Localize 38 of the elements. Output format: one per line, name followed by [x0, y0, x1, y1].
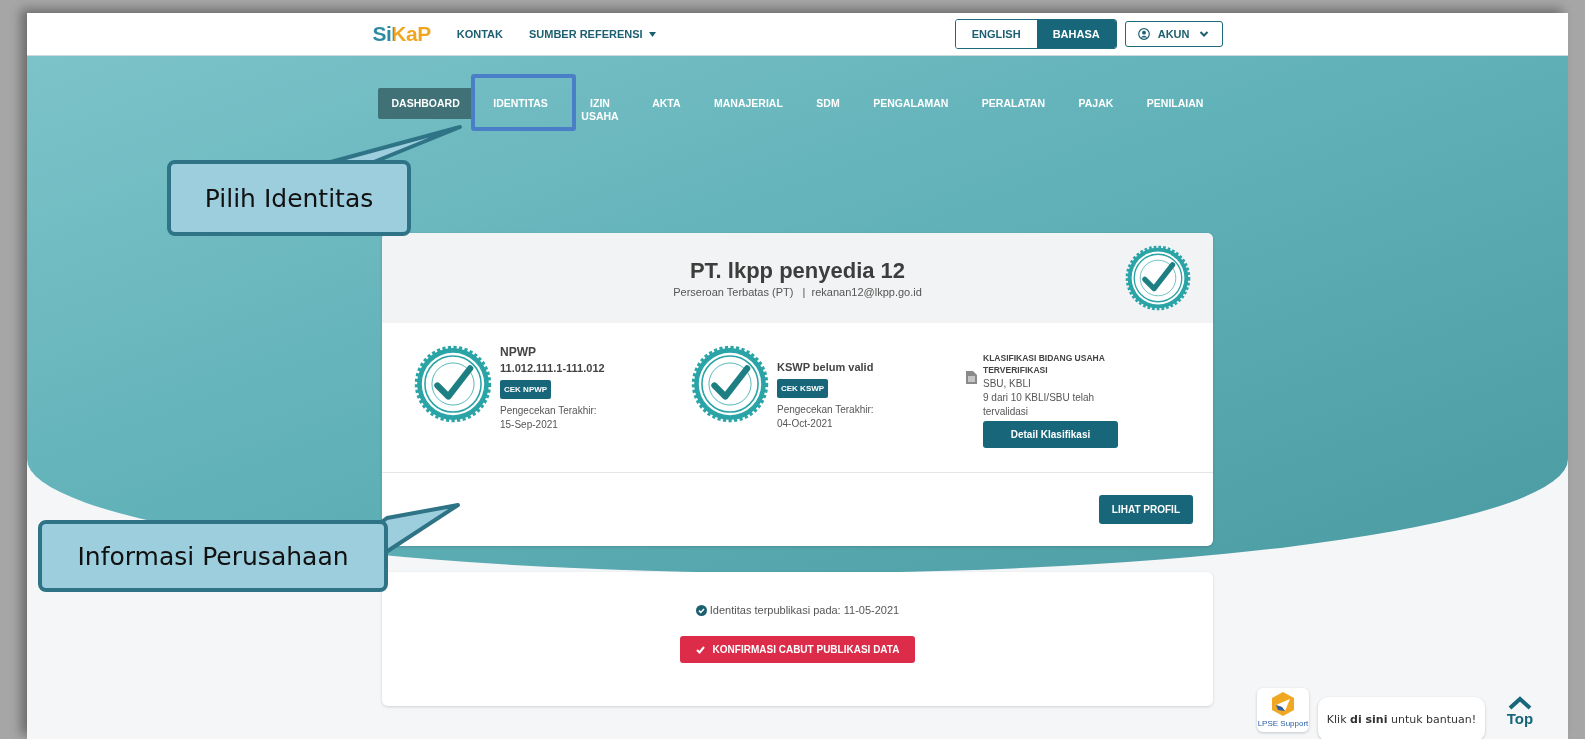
classification-title: KLASIFIKASI BIDANG USAHA TERVERIFIKASI: [983, 353, 1106, 377]
publication-status: Identitas terpublikasi pada: 11-05-2021: [709, 604, 900, 617]
callout-box: Pilih Identitas: [167, 160, 411, 236]
npwp-number: 11.012.111.1-111.012: [500, 362, 605, 375]
caret-icon: [648, 31, 656, 37]
check-icon: [695, 645, 705, 654]
back-to-top-button[interactable]: Top: [1493, 695, 1547, 728]
support-widget[interactable]: LPSE Support: [1257, 688, 1309, 732]
nav-link[interactable]: KONTAK: [456, 28, 503, 40]
last-check-label: Pengecekan Terakhir:: [500, 405, 598, 417]
check-kswp-button[interactable]: CEK KSWP: [777, 379, 829, 399]
company-name: PT. lkpp penyedia 12: [689, 258, 906, 285]
classification-detail-button[interactable]: Detail Klasifikasi: [983, 420, 1118, 448]
last-check-label: Pengecekan Terakhir:: [777, 404, 874, 416]
verified-seal-icon: [691, 345, 769, 424]
dropdown-menu[interactable]: SUMBER REFERENSI: [528, 28, 656, 40]
support-caption: LPSE Support: [1257, 719, 1309, 728]
verified-seal-icon: [1125, 245, 1191, 312]
user-icon: [1137, 28, 1150, 40]
npwp-title: NPWP: [500, 345, 537, 360]
check-circle-icon: [695, 604, 707, 616]
help-message[interactable]: Klik di sini untuk bantuan!: [1318, 697, 1485, 739]
view-profile-button[interactable]: LIHAT PROFIL: [1098, 495, 1193, 525]
nav-tab[interactable]: DASHBOARD: [377, 88, 474, 119]
chevron-up-icon: [1508, 696, 1532, 710]
company-subtitle: Perseroan Terbatas (PT) | rekanan12@lkpp.go.id: [673, 286, 922, 299]
account-button[interactable]: AKUN: [1124, 21, 1223, 47]
paper-plane-icon: [1272, 692, 1294, 716]
check-npwp-button[interactable]: CEK NPWP: [500, 380, 552, 400]
language-button[interactable]: BAHASA: [1036, 20, 1116, 48]
kswp-status: KSWP belum valid: [777, 361, 874, 374]
verified-seal-icon: [414, 345, 492, 424]
document-icon: [966, 371, 977, 385]
last-check-date: 15-Sep-2021: [500, 419, 559, 431]
revoke-publication-button[interactable]: KONFIRMASI CABUT PUBLIKASI DATA: [679, 636, 916, 664]
classification-note: 9 dari 10 KBLI/SBU telah tervalidasi: [983, 390, 1096, 419]
classification-types: SBU, KBLI: [983, 376, 1032, 391]
last-check-date: 04-Oct-2021: [777, 418, 834, 430]
